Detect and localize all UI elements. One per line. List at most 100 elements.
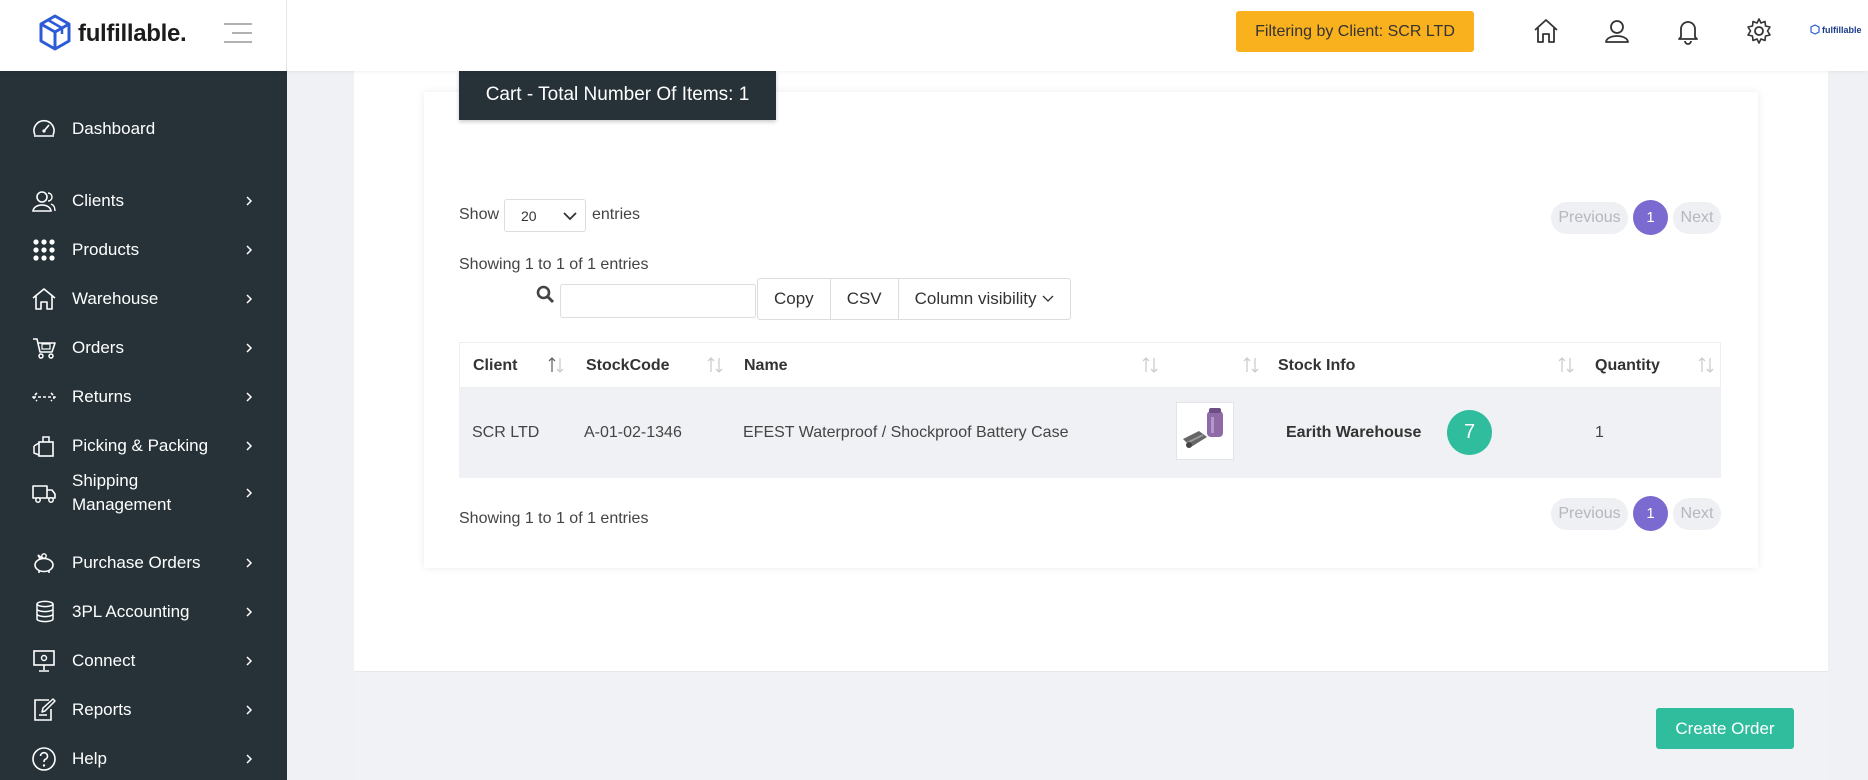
cart-icon bbox=[30, 334, 58, 362]
export-button-group: Copy CSV Column visibility bbox=[757, 278, 1071, 320]
sidebar-item-shipping-management[interactable]: Shipping Management bbox=[0, 466, 287, 520]
sidebar-item-label: Shipping Management bbox=[72, 471, 172, 514]
sidebar-item-label: Orders bbox=[72, 338, 124, 357]
chevron-right-icon bbox=[246, 294, 253, 304]
chevron-down-icon bbox=[563, 212, 577, 221]
account-logo[interactable]: fulfillable bbox=[1810, 24, 1862, 35]
chevron-right-icon bbox=[246, 754, 253, 764]
help-icon bbox=[30, 745, 58, 773]
cell-product-name: EFEST Waterproof / Shockproof Battery Ca… bbox=[743, 424, 1069, 441]
sort-icon[interactable] bbox=[548, 355, 564, 375]
chevron-right-icon bbox=[246, 245, 253, 255]
sidebar-item-label: Returns bbox=[72, 387, 132, 406]
chevron-right-icon bbox=[246, 441, 253, 451]
monitor-icon bbox=[30, 647, 58, 675]
copy-button[interactable]: Copy bbox=[758, 279, 831, 319]
sidebar-item-connect[interactable]: Connect bbox=[0, 639, 287, 683]
table-info-bottom: Showing 1 to 1 of 1 entries bbox=[459, 510, 649, 527]
box-icon bbox=[30, 432, 58, 460]
sidebar-item-help[interactable]: Help bbox=[0, 737, 287, 780]
sidebar-item-dashboard[interactable]: Dashboard bbox=[0, 107, 287, 151]
pagination-top: Previous 1 Next bbox=[1551, 200, 1721, 235]
create-order-button[interactable]: Create Order bbox=[1656, 708, 1794, 749]
sidebar-item-label: 3PL Accounting bbox=[72, 602, 190, 621]
sidebar-item-label: Help bbox=[72, 749, 107, 768]
page-1-button[interactable]: 1 bbox=[1633, 496, 1668, 531]
table-info-top: Showing 1 to 1 of 1 entries bbox=[459, 256, 649, 273]
column-header-name[interactable]: Name bbox=[744, 343, 788, 389]
next-page-button[interactable]: Next bbox=[1673, 497, 1721, 530]
column-header-quantity[interactable]: Quantity bbox=[1595, 343, 1660, 389]
account-logo-text: fulfillable bbox=[1822, 24, 1862, 35]
cell-stock-warehouse: Earith Warehouse bbox=[1286, 424, 1422, 441]
sidebar-item-label: Warehouse bbox=[72, 289, 159, 308]
chevron-right-icon bbox=[246, 488, 253, 498]
chevron-right-icon bbox=[246, 196, 253, 206]
cube-logo-icon bbox=[1810, 24, 1820, 35]
gear-icon[interactable] bbox=[1742, 14, 1776, 48]
cube-logo-icon bbox=[39, 14, 71, 51]
chevron-right-icon bbox=[246, 656, 253, 666]
cell-stock-code: A-01-02-1346 bbox=[584, 424, 682, 441]
show-label: Show bbox=[459, 206, 500, 223]
arrows-icon bbox=[30, 383, 58, 411]
column-visibility-button[interactable]: Column visibility bbox=[899, 279, 1070, 319]
column-visibility-label: Column visibility bbox=[914, 289, 1037, 308]
page-length-select[interactable]: 20 bbox=[504, 199, 586, 232]
sidebar-item-label: Connect bbox=[72, 651, 136, 670]
home-icon[interactable] bbox=[1529, 14, 1563, 48]
coins-icon bbox=[30, 598, 58, 626]
page-length-value: 20 bbox=[521, 208, 537, 224]
sidebar-item-label: Purchase Orders bbox=[72, 553, 201, 572]
csv-button[interactable]: CSV bbox=[831, 279, 899, 319]
page-1-button[interactable]: 1 bbox=[1633, 200, 1668, 235]
sort-icon[interactable] bbox=[707, 355, 723, 375]
sidebar-item-label: Picking & Packing bbox=[72, 436, 209, 455]
sort-icon[interactable] bbox=[1698, 355, 1714, 375]
sidebar-item-3pl-accounting[interactable]: 3PL Accounting bbox=[0, 590, 287, 634]
sort-icon[interactable] bbox=[1558, 355, 1574, 375]
sidebar: Dashboard Clients Products Warehouse Ord… bbox=[0, 71, 287, 780]
sidebar-item-label: Reports bbox=[72, 700, 132, 719]
sidebar-item-label: Products bbox=[72, 240, 140, 259]
previous-page-button[interactable]: Previous bbox=[1551, 201, 1628, 234]
top-bar: fulfillable. Filtering by Client: SCR LT… bbox=[0, 0, 1868, 71]
menu-icon[interactable] bbox=[222, 20, 254, 46]
cell-client: SCR LTD bbox=[472, 424, 540, 441]
pagination-bottom: Previous 1 Next bbox=[1551, 496, 1721, 531]
table-search-input[interactable] bbox=[560, 284, 756, 318]
sidebar-item-products[interactable]: Products bbox=[0, 228, 287, 272]
sidebar-item-picking-packing[interactable]: Picking & Packing bbox=[0, 424, 287, 468]
column-header-stock-info[interactable]: Stock Info bbox=[1278, 343, 1355, 389]
brand-name: fulfillable. bbox=[78, 20, 187, 47]
sidebar-item-reports[interactable]: Reports bbox=[0, 688, 287, 732]
user-icon[interactable] bbox=[1600, 14, 1634, 48]
edit-icon bbox=[30, 696, 58, 724]
search-icon bbox=[536, 285, 555, 304]
stock-count-badge: 7 bbox=[1447, 410, 1492, 455]
next-page-button[interactable]: Next bbox=[1673, 201, 1721, 234]
table-row[interactable]: SCR LTD A-01-02-1346 EFEST Waterproof / … bbox=[459, 388, 1721, 478]
sort-icon[interactable] bbox=[1243, 355, 1259, 375]
sidebar-item-warehouse[interactable]: Warehouse bbox=[0, 277, 287, 321]
sidebar-item-orders[interactable]: Orders bbox=[0, 326, 287, 370]
card-footer bbox=[354, 671, 1828, 780]
table-header: Client StockCode Name Stock Info Quantit… bbox=[459, 342, 1721, 388]
sort-icon[interactable] bbox=[1142, 355, 1158, 375]
sidebar-item-purchase-orders[interactable]: Purchase Orders bbox=[0, 541, 287, 585]
users-icon bbox=[30, 187, 58, 215]
sidebar-item-clients[interactable]: Clients bbox=[0, 179, 287, 223]
sidebar-item-returns[interactable]: Returns bbox=[0, 375, 287, 419]
chevron-right-icon bbox=[246, 607, 253, 617]
chevron-right-icon bbox=[246, 392, 253, 402]
client-filter-button[interactable]: Filtering by Client: SCR LTD bbox=[1236, 11, 1474, 52]
column-header-client[interactable]: Client bbox=[473, 343, 517, 389]
brand: fulfillable. bbox=[0, 0, 287, 71]
previous-page-button[interactable]: Previous bbox=[1551, 497, 1628, 530]
column-header-stockcode[interactable]: StockCode bbox=[586, 343, 670, 389]
bell-icon[interactable] bbox=[1671, 14, 1705, 48]
sidebar-item-label: Clients bbox=[72, 191, 124, 210]
sidebar-item-label: Dashboard bbox=[72, 119, 156, 138]
cell-quantity: 1 bbox=[1595, 424, 1604, 441]
chevron-right-icon bbox=[246, 343, 253, 353]
